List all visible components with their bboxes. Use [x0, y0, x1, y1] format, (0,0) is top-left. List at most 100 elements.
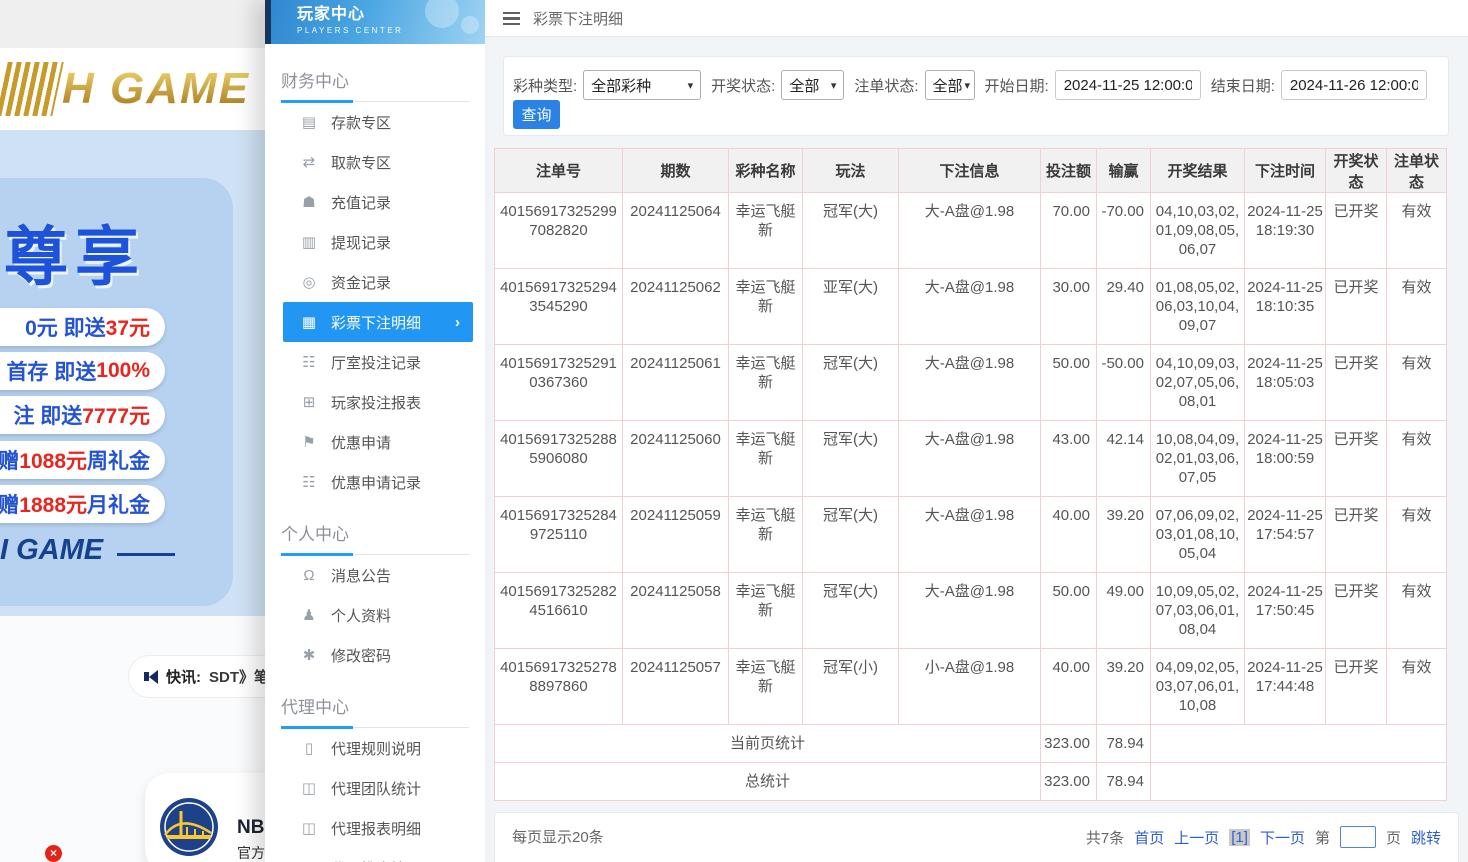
doc-icon: ▦: [300, 313, 318, 331]
cell-amount: 50.00: [1041, 345, 1097, 421]
nba-card-subtitle: 官方: [237, 843, 265, 862]
site-logo-band: H GAME: [0, 48, 265, 130]
end-date-input[interactable]: [1281, 70, 1427, 100]
promo-pill-text: 37元: [106, 312, 150, 342]
next-page-link[interactable]: 下一页: [1260, 827, 1305, 848]
cell-bet-info: 大-A盘@1.98: [899, 573, 1041, 649]
search-button[interactable]: 查询: [513, 100, 560, 129]
cell-draw-status: 已开奖: [1326, 497, 1387, 573]
sidebar-item-recharge-records[interactable]: ☗充值记录: [265, 182, 485, 222]
cell-order-status: 有效: [1387, 497, 1447, 573]
start-date-input[interactable]: [1055, 70, 1201, 100]
sidebar-item-promo-apply-records[interactable]: ☷优惠申请记录: [265, 462, 485, 502]
cell-draw-status: 已开奖: [1326, 345, 1387, 421]
sidebar-item-label: 充值记录: [331, 192, 391, 213]
sidebar-item-agent-promotion[interactable]: <代理推广管理: [265, 848, 485, 862]
sidebar-item-promo-apply[interactable]: ⚑优惠申请: [265, 422, 485, 462]
bets-table-wrap: 注单号 期数 彩种名称 玩法 下注信息 投注额 输赢 开奖结果 下注时间 开奖状…: [494, 148, 1447, 801]
cell-lottery: 幸运飞艇新: [729, 573, 803, 649]
list-icon: ☷: [300, 473, 318, 491]
cell-win-loss: 39.20: [1097, 649, 1151, 725]
sidebar-section-title: 代理中心: [281, 693, 469, 728]
sidebar-item-hall-bet-records[interactable]: ☷厅室投注记录: [265, 342, 485, 382]
lottery-type-select[interactable]: 全部彩种 ▾: [583, 70, 701, 100]
ticker-text: SDT》笔: [209, 666, 265, 687]
first-page-link[interactable]: 首页: [1134, 827, 1164, 848]
cell-draw-status: 已开奖: [1326, 193, 1387, 269]
draw-status-value: 全部: [789, 75, 819, 96]
cell-period: 20241125061: [623, 345, 729, 421]
order-status-select[interactable]: 全部 ▾: [925, 70, 975, 100]
cell-period: 20241125058: [623, 573, 729, 649]
cell-bet-time: 2024-11-25 18:10:35: [1245, 269, 1326, 345]
sidebar-item-withdraw-records[interactable]: ▥提现记录: [265, 222, 485, 262]
sidebar-item-lottery-bet-details[interactable]: ▦彩票下注明细›: [283, 302, 473, 342]
flag-icon: ⚑: [300, 433, 318, 451]
cell-win-loss: 29.40: [1097, 269, 1151, 345]
total-stats-win-loss: 78.94: [1097, 763, 1151, 801]
footer-brand: I GAME: [0, 534, 175, 567]
sidebar-item-messages[interactable]: Ω 消息公告: [265, 555, 485, 595]
news-ticker: 快讯: SDT》笔: [128, 655, 265, 698]
total-stats-amount: 323.00: [1041, 763, 1097, 801]
promo-pill[interactable]: 首存 即送100%: [0, 352, 165, 390]
jump-suffix-label: 页: [1386, 827, 1401, 848]
sidebar-item-withdraw-zone[interactable]: ⇄取款专区: [265, 142, 485, 182]
sidebar-item-deposit-zone[interactable]: ▤存款专区: [265, 102, 485, 142]
cell-order-status: 有效: [1387, 573, 1447, 649]
cell-win-loss: 39.20: [1097, 497, 1151, 573]
list-icon: ☷: [300, 353, 318, 371]
cell-lottery: 幸运飞艇新: [729, 345, 803, 421]
warriors-logo-icon: [159, 797, 219, 857]
promo-pill[interactable]: 0元 即送37元: [0, 308, 165, 346]
cell-bet-id: 401569173252824516610: [495, 573, 623, 649]
site-logo: H GAME: [62, 64, 250, 114]
cell-period: 20241125062: [623, 269, 729, 345]
sidebar-item-player-bet-report[interactable]: ⊞玩家投注报表: [265, 382, 485, 422]
cell-bet-info: 大-A盘@1.98: [899, 193, 1041, 269]
draw-status-select[interactable]: 全部 ▾: [781, 70, 844, 100]
header-lottery: 彩种名称: [729, 149, 803, 193]
cell-draw-status: 已开奖: [1326, 269, 1387, 345]
sidebar-item-funds-records[interactable]: ◎资金记录: [265, 262, 485, 302]
header-bet-info: 下注信息: [899, 149, 1041, 193]
table-row: 40156917325294354529020241125062幸运飞艇新亚军(…: [495, 269, 1447, 345]
sidebar-item-profile[interactable]: ♟个人资料: [265, 595, 485, 635]
nba-promo-card[interactable]: NBA 官方: [145, 773, 265, 862]
cell-result: 04,09,02,05,03,07,06,01,10,08: [1151, 649, 1245, 725]
page-jump-input[interactable]: [1340, 826, 1376, 848]
lottery-type-value: 全部彩种: [591, 75, 651, 96]
header-win-loss: 输赢: [1097, 149, 1151, 193]
page-stats-empty: [1151, 725, 1447, 763]
close-icon[interactable]: ×: [45, 845, 62, 862]
cell-bet-id: 401569173252910367360: [495, 345, 623, 421]
promo-pill-text: 加赠: [0, 445, 19, 475]
sidebar-item-agent-team-stats[interactable]: ◫代理团队统计: [265, 768, 485, 808]
chevron-down-icon: ▾: [831, 79, 837, 92]
sidebar-item-label: 代理报表明细: [331, 818, 421, 839]
bell-icon: Ω: [300, 567, 318, 584]
current-page-indicator[interactable]: [1]: [1229, 829, 1250, 846]
sidebar-item-label: 消息公告: [331, 565, 391, 586]
sidebar-item-label: 取款专区: [331, 152, 391, 173]
promo-pill[interactable]: 加赠1888元月礼金: [0, 485, 165, 523]
sidebar-item-agent-report-details[interactable]: ◫代理报表明细: [265, 808, 485, 848]
jump-button[interactable]: 跳转: [1411, 827, 1441, 848]
prev-page-link[interactable]: 上一页: [1174, 827, 1219, 848]
cell-draw-status: 已开奖: [1326, 573, 1387, 649]
total-stats-row: 总统计 323.00 78.94: [495, 763, 1447, 801]
cell-order-status: 有效: [1387, 649, 1447, 725]
cell-win-loss: -50.00: [1097, 345, 1151, 421]
cell-bet-time: 2024-11-25 17:54:57: [1245, 497, 1326, 573]
sidebar-item-agent-rules[interactable]: ▯代理规则说明: [265, 728, 485, 768]
order-status-label: 注单状态:: [854, 75, 918, 96]
cell-play: 冠军(大): [803, 497, 899, 573]
promo-pill[interactable]: 加赠1088元周礼金: [0, 441, 165, 479]
cell-lottery: 幸运飞艇新: [729, 421, 803, 497]
sidebar-item-change-password[interactable]: ✱修改密码: [265, 635, 485, 675]
chevron-right-icon: ›: [455, 314, 460, 331]
promo-pill[interactable]: 注 即送7777元: [0, 396, 165, 434]
cell-order-status: 有效: [1387, 421, 1447, 497]
hamburger-menu-icon[interactable]: [503, 12, 520, 25]
main-content: 彩票下注明细 彩种类型: 全部彩种 ▾ 开奖状态: 全部 ▾ 注单状态: 全部 …: [485, 0, 1468, 862]
